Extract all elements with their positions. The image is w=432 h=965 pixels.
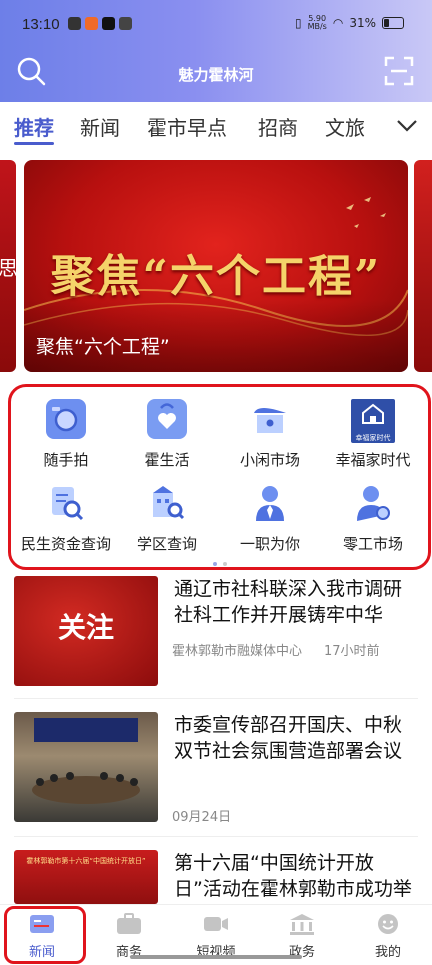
app-notification-icon: [85, 17, 98, 30]
wifi-icon: ◠: [332, 16, 344, 30]
banner-next-slide[interactable]: [414, 160, 432, 372]
grid-page-indicator: [11, 551, 428, 570]
feature-snapshot[interactable]: 随手拍: [14, 399, 118, 470]
scan-icon[interactable]: [384, 56, 414, 90]
feature-fund-query[interactable]: 民生资金查询: [14, 483, 118, 554]
news-item[interactable]: 市委宣传部召开国庆、中秋双节社会氛围营造部署会议 09月24日: [0, 712, 432, 832]
news-item[interactable]: 关注 通辽市社科联深入我市调研社科工作并开展铸牢中华民… 霍林郭勒市融媒体中心 …: [0, 576, 432, 696]
banner-caption: 聚焦“六个工程”: [36, 336, 170, 358]
briefcase-icon: [116, 913, 142, 935]
app-header: 13:10 ▯ 5.90 MB/s ◠ 31% 魅力霍林河: [0, 0, 432, 102]
feature-job-for-you[interactable]: 一职为你: [218, 483, 322, 554]
news-source: 霍林郭勒市融媒体中心: [172, 644, 303, 659]
status-time: 13:10: [22, 16, 60, 33]
feature-happy-home[interactable]: 幸福家时代 幸福家时代: [321, 399, 425, 470]
feature-label: 小闲市场: [239, 451, 300, 469]
tab-morning-brief[interactable]: 霍市早点: [147, 112, 227, 141]
page-dot: [222, 562, 227, 566]
market-stall-icon: [250, 399, 290, 439]
tab-investment[interactable]: 招商: [258, 112, 298, 141]
battery-icon: [382, 17, 404, 29]
tab-recommend[interactable]: 推荐: [14, 112, 54, 141]
news-thumbnail: 关注: [14, 576, 158, 686]
title-bar: 魅力霍林河: [0, 52, 432, 94]
status-bar: 13:10 ▯ 5.90 MB/s ◠ 31%: [0, 0, 432, 50]
tab-news[interactable]: 新闻: [80, 112, 120, 141]
banner-headline: 聚焦“六个工程”: [50, 251, 382, 302]
feature-label: 幸福家时代: [335, 451, 411, 469]
news-item[interactable]: 霍林郭勒市第十六届“中国统计开放日” 第十六届“中国统计开放日”活动在霍林郭勒市…: [0, 850, 432, 904]
document-search-icon: [46, 483, 86, 523]
nav-highlight-box: [4, 906, 86, 964]
news-title: 通辽市社科联深入我市调研社科工作并开展铸牢中华民…: [174, 578, 403, 626]
thumb-text: 关注: [57, 611, 114, 644]
banner-slide[interactable]: 聚焦“六个工程” 聚焦“六个工程”: [24, 160, 408, 372]
category-tabs: 推荐 新闻 霍市早点 招商 文旅: [0, 102, 432, 150]
person-tie-icon: [250, 483, 290, 523]
nav-short-video[interactable]: 短视频: [186, 913, 246, 960]
net-speed-unit: MB/s: [307, 22, 327, 31]
feature-label: 随手拍: [43, 451, 89, 469]
divider: [14, 836, 418, 837]
status-notification-icons: [68, 17, 132, 30]
heart-bag-icon: [147, 399, 187, 439]
person-wrench-icon: [353, 483, 393, 523]
active-tab-indicator: [14, 142, 54, 145]
page-dot-active: [212, 562, 217, 566]
happy-home-icon: 幸福家时代: [351, 399, 395, 443]
chevron-down-icon[interactable]: [396, 118, 418, 137]
banner-prev-slide[interactable]: 思: [0, 160, 18, 372]
thumb-caption: 霍林郭勒市第十六届“中国统计开放日”: [26, 857, 146, 865]
feature-grid: 随手拍 霍生活 小闲市场 幸福家时代 幸福家时代 民生资金查询 学区查询 一职为…: [8, 384, 431, 570]
tab-culture-tourism[interactable]: 文旅: [325, 112, 365, 141]
news-time: 17小时前: [324, 644, 380, 659]
news-thumbnail: 霍林郭勒市第十六届“中国统计开放日”: [14, 850, 158, 904]
nav-mine[interactable]: 我的: [358, 913, 418, 960]
happy-home-badge-text: 幸福家时代: [355, 434, 391, 442]
school-search-icon: [147, 483, 187, 523]
app-notification-icon: [119, 17, 132, 30]
feature-label: 霍生活: [144, 451, 190, 469]
news-thumbnail: [14, 712, 158, 822]
banner-prev-text: 思: [0, 256, 18, 280]
nav-business[interactable]: 商务: [99, 913, 159, 960]
page-title: 魅力霍林河: [178, 66, 254, 84]
banner-carousel[interactable]: 思 聚焦“六个工程” 聚焦“六个工程”: [0, 158, 432, 376]
feature-small-market[interactable]: 小闲市场: [218, 399, 322, 470]
news-date: 09月24日: [172, 810, 232, 825]
home-indicator[interactable]: [130, 955, 302, 959]
status-indicators: ▯ 5.90 MB/s ◠ 31%: [295, 15, 404, 31]
feature-huo-life[interactable]: 霍生活: [115, 399, 219, 470]
government-building-icon: [289, 913, 315, 935]
camera-icon: [46, 399, 86, 439]
news-title: 市委宣传部召开国庆、中秋双节社会氛围营造部署会议: [174, 714, 403, 762]
divider: [14, 698, 418, 699]
battery-percent: 31%: [349, 16, 376, 30]
video-camera-icon: [203, 913, 229, 935]
feature-gig-market[interactable]: 零工市场: [321, 483, 425, 554]
nav-label: 我的: [374, 945, 401, 960]
tiktok-icon: [102, 17, 115, 30]
feature-school-district[interactable]: 学区查询: [115, 483, 219, 554]
vibrate-icon: ▯: [294, 16, 302, 30]
nav-government[interactable]: 政务: [272, 913, 332, 960]
app-notification-icon: [68, 17, 81, 30]
smiley-user-icon: [375, 913, 401, 935]
meeting-room-image: [32, 718, 140, 804]
news-title: 第十六届“中国统计开放日”活动在霍林郭勒市成功举办: [174, 852, 412, 900]
network-speed: 5.90 MB/s: [308, 15, 327, 31]
